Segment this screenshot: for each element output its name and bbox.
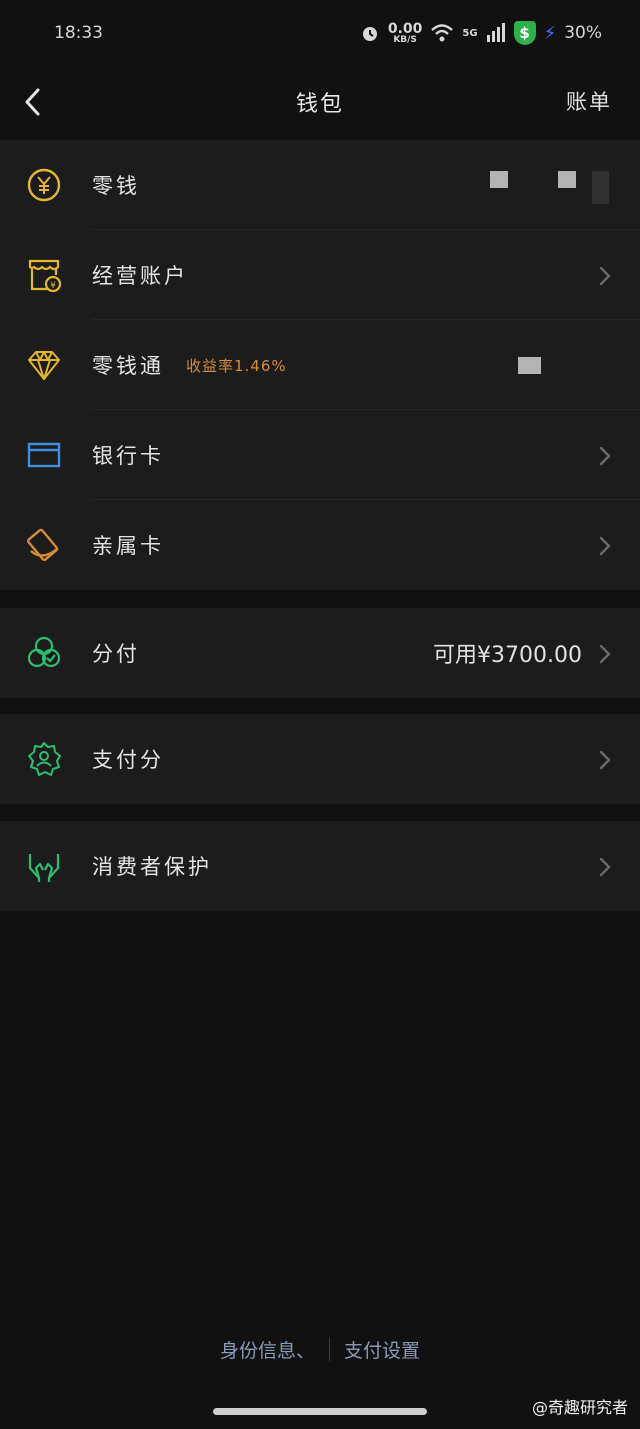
row-label: 经营账户	[92, 264, 188, 288]
charging-bolt-icon: ⚡	[543, 22, 557, 44]
row-licaitong[interactable]: 零钱通 收益率1.46%	[0, 320, 640, 410]
row-bank-card[interactable]: 银行卡	[0, 410, 640, 500]
masked-balance	[592, 171, 609, 204]
masked-balance	[518, 357, 541, 374]
row-label: 亲属卡	[92, 534, 164, 558]
family-card-icon	[26, 528, 59, 562]
status-bar: 18:33 0.00 KB/S 5G $ ⚡ 30%	[0, 0, 640, 66]
row-label: 零钱	[92, 174, 140, 198]
wifi-icon	[431, 24, 454, 42]
shop-icon: ¥	[28, 259, 62, 293]
identity-info-link[interactable]: 身份信息、	[220, 1336, 315, 1363]
fenfu-icon	[27, 636, 61, 668]
chevron-right-icon	[599, 857, 611, 877]
payscore-group: 支付分	[0, 714, 640, 804]
row-fenfu[interactable]: 分付 可用¥3700.00	[0, 608, 640, 698]
signal-icon	[486, 23, 505, 42]
wallet-list: 零钱 ¥ 经营账户 零钱通 收益率1.46% 银行卡 亲属卡	[0, 140, 640, 590]
row-label: 银行卡	[92, 444, 164, 468]
network-speed: 0.00 KB/S	[387, 20, 423, 45]
chevron-right-icon	[599, 536, 611, 556]
bill-button[interactable]: 账单	[566, 86, 612, 116]
home-indicator[interactable]	[213, 1408, 427, 1415]
row-change[interactable]: 零钱	[0, 140, 640, 230]
masked-balance	[558, 171, 576, 188]
page-title: 钱包	[295, 92, 344, 117]
battery-level: 30%	[564, 23, 602, 43]
yuan-coin-icon	[27, 168, 61, 202]
svg-text:¥: ¥	[50, 281, 56, 291]
row-label: 零钱通	[92, 354, 164, 378]
security-shield-icon: $	[513, 21, 536, 45]
chevron-right-icon	[599, 266, 611, 286]
row-business-account[interactable]: ¥ 经营账户	[0, 230, 640, 320]
row-label: 支付分	[92, 748, 164, 772]
footer-divider	[329, 1337, 330, 1361]
row-consumer-protection[interactable]: 消费者保护	[0, 821, 640, 911]
watermark: @奇趣研究者	[531, 1398, 628, 1417]
fenfu-group: 分付 可用¥3700.00	[0, 608, 640, 698]
network-type: 5G	[462, 27, 478, 39]
bank-card-icon	[27, 442, 61, 468]
chevron-right-icon	[599, 750, 611, 770]
payment-settings-link[interactable]: 支付设置	[344, 1336, 420, 1363]
payscore-icon	[28, 742, 61, 776]
diamond-icon	[28, 351, 60, 380]
chevron-right-icon	[599, 446, 611, 466]
masked-balance	[490, 171, 508, 188]
row-label: 分付	[92, 642, 140, 666]
back-icon[interactable]	[20, 84, 48, 120]
navigation-bar: 钱包 账单	[0, 66, 640, 138]
available-credit: 可用¥3700.00	[433, 643, 582, 668]
yield-rate-badge: 收益率1.46%	[186, 356, 287, 375]
hands-icon	[28, 854, 60, 882]
chevron-right-icon	[599, 644, 611, 664]
row-family-card[interactable]: 亲属卡	[0, 500, 640, 590]
row-payscore[interactable]: 支付分	[0, 714, 640, 804]
status-icons: 0.00 KB/S 5G $ ⚡ 30%	[360, 21, 602, 45]
footer-links: 身份信息、 支付设置	[0, 1334, 640, 1364]
alarm-icon	[362, 27, 377, 41]
status-time: 18:33	[54, 23, 103, 43]
row-label: 消费者保护	[92, 855, 212, 879]
consumer-protection-group: 消费者保护	[0, 821, 640, 911]
